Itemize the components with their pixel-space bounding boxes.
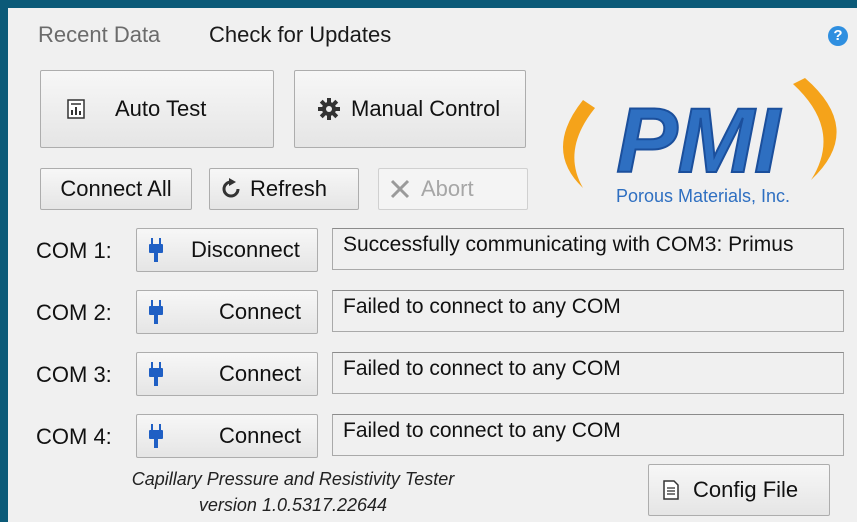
- com4-status: Failed to connect to any COM: [332, 414, 844, 456]
- com1-label: COM 1:: [36, 238, 112, 263]
- app-info: Capillary Pressure and Resistivity Teste…: [68, 466, 518, 518]
- plug-icon: [149, 300, 163, 324]
- com2-connect-button[interactable]: Connect: [136, 290, 318, 334]
- auto-test-button[interactable]: Auto Test: [40, 70, 274, 148]
- connect-all-label: Connect All: [60, 176, 172, 201]
- com4-connect-button[interactable]: Connect: [136, 414, 318, 458]
- gear-icon: [317, 97, 341, 121]
- auto-test-label: Auto Test: [115, 96, 207, 121]
- product-name: Capillary Pressure and Resistivity Teste…: [131, 469, 455, 489]
- connect-all-button[interactable]: Connect All: [40, 168, 192, 210]
- plug-icon: [149, 362, 163, 386]
- manual-control-label: Manual Control: [351, 96, 501, 121]
- com3-status: Failed to connect to any COM: [332, 352, 844, 394]
- refresh-button[interactable]: Refresh: [209, 168, 359, 210]
- version-text: version 1.0.5317.22644: [198, 495, 388, 515]
- com3-label: COM 3:: [36, 362, 112, 387]
- document-icon: [663, 480, 679, 500]
- menu-check-for-updates[interactable]: Check for Updates: [209, 22, 391, 48]
- main-window: Recent Data Check for Updates ? Auto Tes…: [8, 8, 857, 522]
- svg-text:PMI: PMI: [616, 90, 782, 192]
- com3-button-label: Connect: [219, 361, 301, 386]
- manual-control-button[interactable]: Manual Control: [294, 70, 526, 148]
- com2-label: COM 2:: [36, 300, 112, 325]
- pmi-company-name: Porous Materials, Inc.: [616, 186, 790, 206]
- menu-bar: Recent Data Check for Updates ?: [8, 8, 857, 60]
- refresh-label: Refresh: [250, 176, 328, 201]
- config-file-button[interactable]: Config File: [648, 464, 830, 516]
- plug-icon: [149, 238, 163, 262]
- com4-label: COM 4:: [36, 424, 112, 449]
- com4-button-label: Connect: [219, 423, 301, 448]
- com2-status: Failed to connect to any COM: [332, 290, 844, 332]
- com1-button-label: Disconnect: [191, 237, 300, 262]
- menu-recent-data[interactable]: Recent Data: [38, 22, 160, 48]
- com3-connect-button[interactable]: Connect: [136, 352, 318, 396]
- com2-button-label: Connect: [219, 299, 301, 324]
- report-icon: [67, 99, 85, 119]
- com1-status: Successfully communicating with COM3: Pr…: [332, 228, 844, 270]
- help-icon[interactable]: ?: [828, 26, 848, 46]
- refresh-icon: [220, 178, 242, 200]
- abort-label: Abort: [421, 176, 474, 201]
- plug-icon: [149, 424, 163, 448]
- pmi-logo: PMI Porous Materials, Inc.: [543, 70, 853, 220]
- close-icon: [389, 178, 411, 200]
- abort-button[interactable]: Abort: [378, 168, 528, 210]
- config-file-label: Config File: [693, 477, 799, 502]
- com1-disconnect-button[interactable]: Disconnect: [136, 228, 318, 272]
